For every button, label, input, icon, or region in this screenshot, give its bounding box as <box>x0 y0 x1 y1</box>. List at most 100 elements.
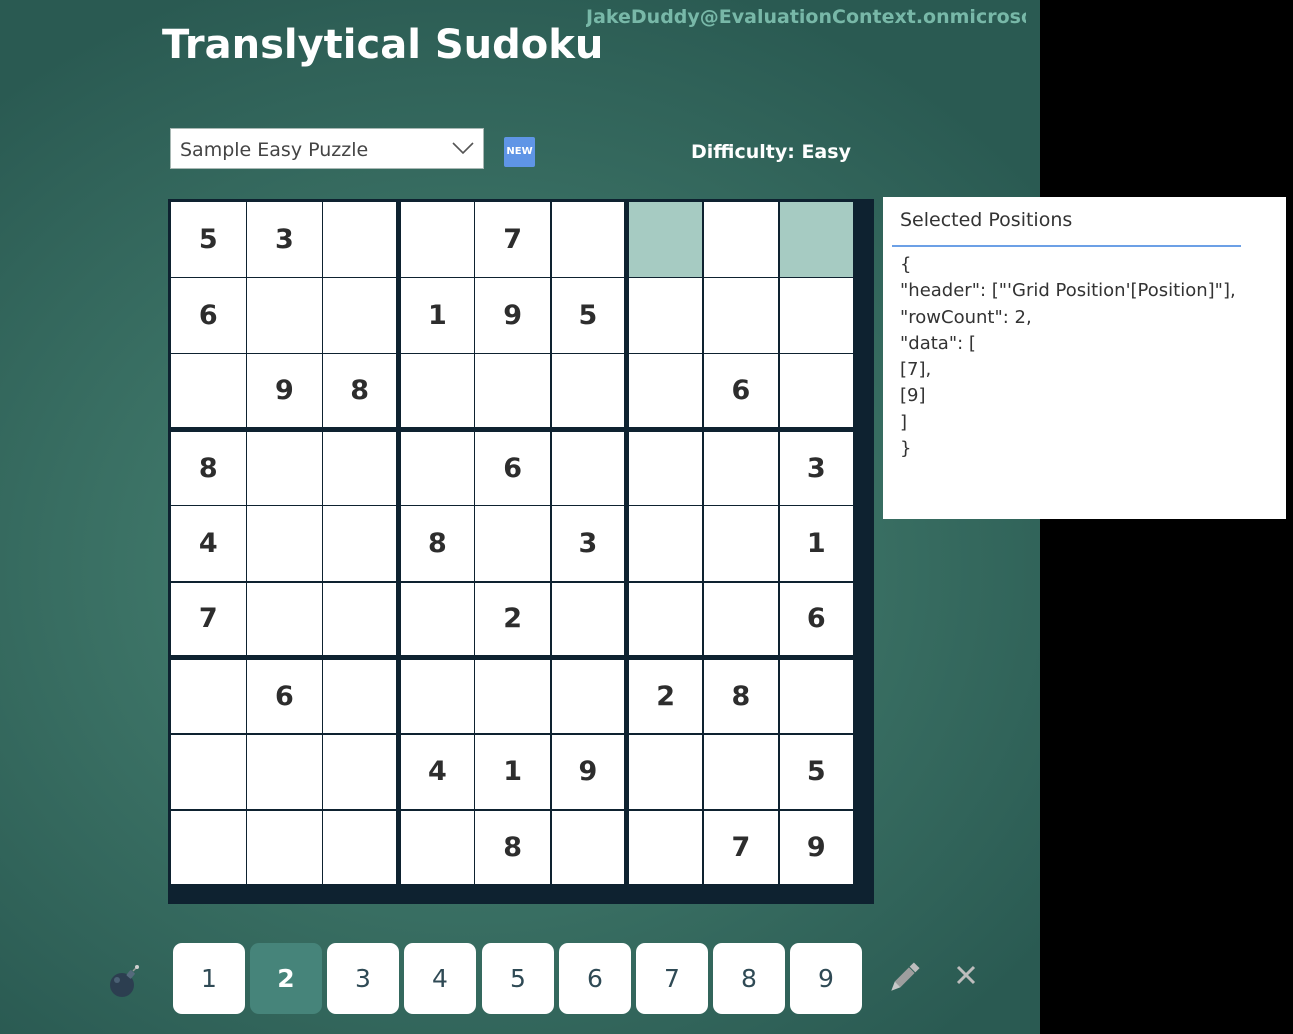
sudoku-cell-r9c9[interactable]: 9 <box>779 810 853 884</box>
puzzle-select[interactable]: Sample Easy Puzzle <box>170 128 484 169</box>
sudoku-cell-r1c1[interactable]: 5 <box>171 202 246 277</box>
page-title: Translytical Sudoku <box>162 22 604 68</box>
selected-positions-panel: Selected Positions {"header": ["'Grid Po… <box>883 197 1286 519</box>
sudoku-cell-r5c8[interactable] <box>703 506 779 581</box>
sudoku-cell-r4c3[interactable] <box>323 431 397 505</box>
sudoku-cell-r7c9[interactable] <box>779 660 853 734</box>
sudoku-cell-r9c1[interactable] <box>171 810 246 884</box>
sudoku-cell-r3c8[interactable]: 6 <box>703 354 779 428</box>
sudoku-cell-r3c6[interactable] <box>551 354 625 428</box>
sudoku-cell-r4c4[interactable] <box>400 431 474 505</box>
sudoku-cell-r1c4[interactable] <box>400 202 474 277</box>
sudoku-cell-r7c4[interactable] <box>400 660 474 734</box>
number-button-2[interactable]: 2 <box>250 943 322 1014</box>
sudoku-cell-r2c6[interactable]: 5 <box>551 278 625 353</box>
sudoku-cell-r9c2[interactable] <box>247 810 322 884</box>
sudoku-cell-r5c4[interactable]: 8 <box>400 506 474 581</box>
sudoku-cell-r4c7[interactable] <box>629 431 703 505</box>
sudoku-cell-r3c3[interactable]: 8 <box>323 354 397 428</box>
sudoku-cell-r6c5[interactable]: 2 <box>475 582 550 656</box>
sudoku-cell-r3c4[interactable] <box>400 354 474 428</box>
sudoku-cell-r7c7[interactable]: 2 <box>629 660 703 734</box>
sudoku-cell-r3c5[interactable] <box>475 354 550 428</box>
sudoku-cell-r1c3[interactable] <box>323 202 397 277</box>
panel-title: Selected Positions <box>900 209 1073 231</box>
sudoku-cell-r6c1[interactable]: 7 <box>171 582 246 656</box>
sudoku-cell-r2c8[interactable] <box>703 278 779 353</box>
number-button-9[interactable]: 9 <box>790 943 862 1014</box>
bomb-icon[interactable] <box>106 964 142 1000</box>
sudoku-cell-r4c8[interactable] <box>703 431 779 505</box>
sudoku-cell-r1c8[interactable] <box>703 202 779 277</box>
sudoku-cell-r5c3[interactable] <box>323 506 397 581</box>
sudoku-cell-r8c3[interactable] <box>323 734 397 810</box>
sudoku-cell-r9c6[interactable] <box>551 810 625 884</box>
sudoku-cell-r8c6[interactable]: 9 <box>551 734 625 810</box>
sudoku-cell-r8c7[interactable] <box>629 734 703 810</box>
sudoku-cell-r3c2[interactable]: 9 <box>247 354 322 428</box>
sudoku-cell-r4c5[interactable]: 6 <box>475 431 550 505</box>
number-button-5[interactable]: 5 <box>482 943 554 1014</box>
sudoku-cell-r5c1[interactable]: 4 <box>171 506 246 581</box>
number-button-4[interactable]: 4 <box>404 943 476 1014</box>
number-button-1[interactable]: 1 <box>173 943 245 1014</box>
sudoku-cell-r6c8[interactable] <box>703 582 779 656</box>
sudoku-cell-r7c6[interactable] <box>551 660 625 734</box>
sudoku-cell-r6c3[interactable] <box>323 582 397 656</box>
sudoku-cell-r6c9[interactable]: 6 <box>779 582 853 656</box>
close-icon[interactable] <box>954 963 978 987</box>
sudoku-cell-r2c4[interactable]: 1 <box>400 278 474 353</box>
sudoku-cell-r8c8[interactable] <box>703 734 779 810</box>
sudoku-cell-r2c3[interactable] <box>323 278 397 353</box>
sudoku-cell-r2c2[interactable] <box>247 278 322 353</box>
sudoku-cell-r4c9[interactable]: 3 <box>779 431 853 505</box>
sudoku-cell-r4c6[interactable] <box>551 431 625 505</box>
number-button-3[interactable]: 3 <box>327 943 399 1014</box>
number-button-6[interactable]: 6 <box>559 943 631 1014</box>
sudoku-cell-r8c5[interactable]: 1 <box>475 734 550 810</box>
sudoku-cell-r7c1[interactable] <box>171 660 246 734</box>
sudoku-cell-r3c7[interactable] <box>629 354 703 428</box>
sudoku-cell-r9c7[interactable] <box>629 810 703 884</box>
sudoku-cell-r2c5[interactable]: 9 <box>475 278 550 353</box>
sudoku-cell-r5c9[interactable]: 1 <box>779 506 853 581</box>
sudoku-cell-r4c1[interactable]: 8 <box>171 431 246 505</box>
sudoku-cell-r6c4[interactable] <box>400 582 474 656</box>
sudoku-cell-r6c2[interactable] <box>247 582 322 656</box>
json-line: "header": ["'Grid Position'[Position]"], <box>900 280 1236 302</box>
sudoku-cell-r5c6[interactable]: 3 <box>551 506 625 581</box>
sudoku-cell-r9c8[interactable]: 7 <box>703 810 779 884</box>
sudoku-cell-r6c7[interactable] <box>629 582 703 656</box>
sudoku-cell-r5c5[interactable] <box>475 506 550 581</box>
sudoku-cell-r3c9[interactable] <box>779 354 853 428</box>
pencil-icon[interactable] <box>884 958 924 998</box>
sudoku-cell-r7c8[interactable]: 8 <box>703 660 779 734</box>
sudoku-cell-r2c7[interactable] <box>629 278 703 353</box>
sudoku-cell-r5c7[interactable] <box>629 506 703 581</box>
sudoku-cell-r4c2[interactable] <box>247 431 322 505</box>
sudoku-cell-r9c4[interactable] <box>400 810 474 884</box>
number-button-8[interactable]: 8 <box>713 943 785 1014</box>
puzzle-select-value: Sample Easy Puzzle <box>180 139 369 161</box>
sudoku-cell-r1c7[interactable] <box>629 202 703 277</box>
sudoku-cell-r7c2[interactable]: 6 <box>247 660 322 734</box>
number-button-7[interactable]: 7 <box>636 943 708 1014</box>
sudoku-cell-r1c2[interactable]: 3 <box>247 202 322 277</box>
sudoku-cell-r6c6[interactable] <box>551 582 625 656</box>
sudoku-cell-r5c2[interactable] <box>247 506 322 581</box>
new-puzzle-button[interactable]: NEW <box>504 137 535 167</box>
sudoku-cell-r8c4[interactable]: 4 <box>400 734 474 810</box>
sudoku-cell-r9c3[interactable] <box>323 810 397 884</box>
sudoku-cell-r7c5[interactable] <box>475 660 550 734</box>
sudoku-cell-r2c9[interactable] <box>779 278 853 353</box>
sudoku-cell-r2c1[interactable]: 6 <box>171 278 246 353</box>
sudoku-cell-r8c1[interactable] <box>171 734 246 810</box>
sudoku-cell-r8c9[interactable]: 5 <box>779 734 853 810</box>
sudoku-cell-r1c9[interactable] <box>779 202 853 277</box>
sudoku-cell-r7c3[interactable] <box>323 660 397 734</box>
sudoku-cell-r1c6[interactable] <box>551 202 625 277</box>
sudoku-cell-r1c5[interactable]: 7 <box>475 202 550 277</box>
sudoku-cell-r9c5[interactable]: 8 <box>475 810 550 884</box>
sudoku-cell-r3c1[interactable] <box>171 354 246 428</box>
sudoku-cell-r8c2[interactable] <box>247 734 322 810</box>
